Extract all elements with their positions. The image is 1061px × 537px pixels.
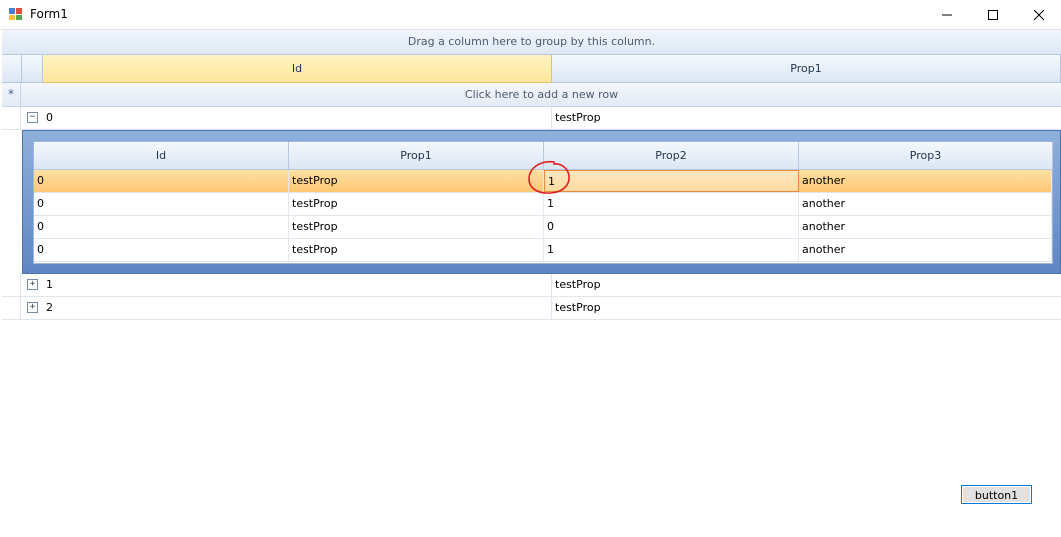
child-row[interactable]: 0 testProp 0 another (34, 216, 1052, 239)
child-cell-prop3[interactable]: another (799, 170, 1052, 192)
child-column-header-prop1[interactable]: Prop1 (289, 142, 544, 170)
minimize-button[interactable] (924, 0, 970, 29)
child-cell-prop2[interactable]: 0 (544, 216, 799, 238)
cell-prop1[interactable]: testProp (552, 297, 601, 319)
child-cell-prop1[interactable]: testProp (289, 170, 544, 192)
child-cell-prop1[interactable]: testProp (289, 216, 544, 238)
cell-prop1[interactable]: testProp (552, 274, 601, 296)
table-row[interactable]: − 0 testProp (2, 107, 1061, 130)
cell-id[interactable]: 2 (43, 297, 53, 319)
child-column-header-id[interactable]: Id (34, 142, 289, 170)
column-header-prop1[interactable]: Prop1 (552, 55, 1061, 83)
maximize-icon (988, 9, 998, 20)
child-cell-id[interactable]: 0 (34, 170, 289, 192)
child-row[interactable]: 0 testProp 1 another (34, 239, 1052, 262)
button1[interactable]: button1 (961, 485, 1032, 504)
child-cell-prop3[interactable]: another (799, 239, 1052, 261)
table-row[interactable]: + 1 testProp (2, 274, 1061, 297)
child-cell-prop3[interactable]: another (799, 216, 1052, 238)
group-by-panel[interactable]: Drag a column here to group by this colu… (2, 30, 1061, 55)
row-indicator-header (2, 55, 22, 83)
column-header-id[interactable]: Id (43, 55, 552, 83)
red-annotation-circle (528, 160, 570, 194)
child-cell-prop2[interactable]: 1 (544, 239, 799, 261)
child-row[interactable]: 0 testProp 1 another (34, 193, 1052, 216)
child-cell-prop2[interactable]: 1 (544, 193, 799, 215)
expand-icon[interactable]: + (27, 279, 38, 290)
child-cell-prop3[interactable]: another (799, 193, 1052, 215)
child-cell-id[interactable]: 0 (34, 193, 289, 215)
cell-prop1[interactable]: testProp (552, 107, 601, 129)
new-row-icon: * (2, 83, 21, 106)
child-column-header-prop2[interactable]: Prop2 (544, 142, 799, 170)
new-row-label: Click here to add a new row (464, 88, 619, 101)
child-template-panel: Id Prop1 Prop2 Prop3 0 testProp 1 anothe… (22, 130, 1061, 274)
child-cell-prop1[interactable]: testProp (289, 193, 544, 215)
title-bar: Form1 (0, 0, 1061, 30)
child-cell-id[interactable]: 0 (34, 239, 289, 261)
collapse-icon[interactable]: − (27, 112, 38, 123)
window-title: Form1 (30, 7, 68, 21)
close-icon (1034, 9, 1044, 20)
cell-id[interactable]: 0 (43, 107, 53, 129)
child-cell-id[interactable]: 0 (34, 216, 289, 238)
data-grid[interactable]: Drag a column here to group by this colu… (2, 30, 1061, 537)
child-column-header-prop3[interactable]: Prop3 (799, 142, 1053, 170)
maximize-button[interactable] (970, 0, 1016, 29)
cell-id[interactable]: 1 (43, 274, 53, 296)
header-row: Id Prop1 (2, 55, 1061, 83)
close-button[interactable] (1016, 0, 1061, 29)
new-row[interactable]: * Click here to add a new row (2, 83, 1061, 107)
table-row[interactable]: + 2 testProp (2, 297, 1061, 320)
expander-header (22, 55, 43, 83)
child-cell-prop1[interactable]: testProp (289, 239, 544, 261)
minimize-icon (942, 14, 952, 15)
app-icon (9, 8, 22, 20)
expand-icon[interactable]: + (27, 302, 38, 313)
child-cell-prop2-current[interactable]: 1 (544, 170, 799, 192)
